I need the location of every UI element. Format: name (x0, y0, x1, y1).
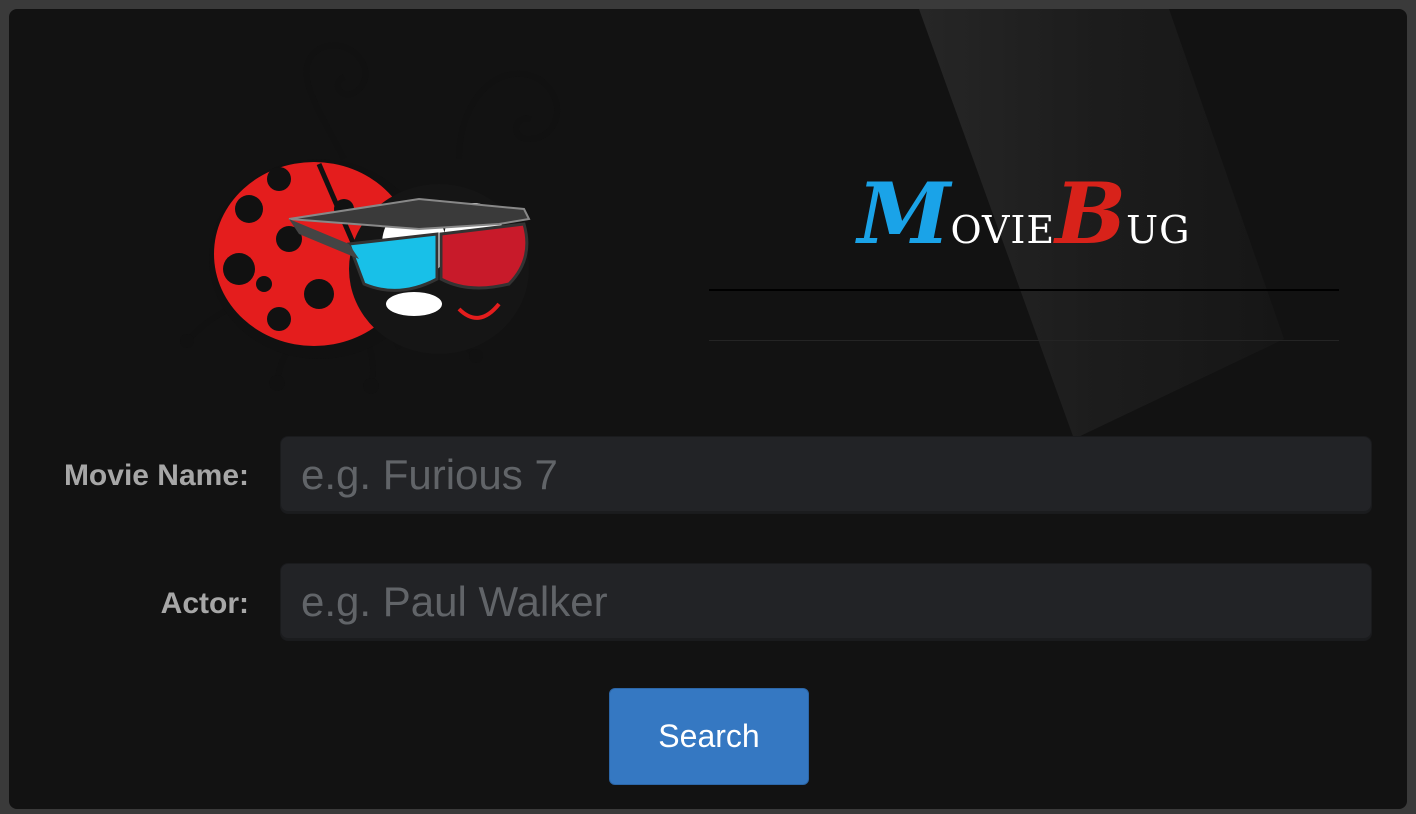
window-frame: MovieBug Movie Name: Actor: Search (0, 0, 1416, 814)
brand-text-ovie: ovie (950, 193, 1056, 256)
ladybug-logo-icon (180, 42, 560, 394)
moviebug-logo: MovieBug (709, 159, 1339, 269)
movie-name-label: Movie Name: (63, 459, 249, 492)
movie-name-input[interactable] (280, 436, 1372, 514)
brand-cap-b: B (1055, 164, 1127, 263)
header-divider-secondary (709, 340, 1339, 341)
brand-cap-m: M (857, 164, 951, 263)
header-divider (709, 289, 1339, 291)
brand-text-ug: ug (1126, 193, 1191, 256)
actor-input[interactable] (280, 563, 1372, 641)
search-panel: MovieBug Movie Name: Actor: Search (9, 9, 1407, 809)
search-button[interactable]: Search (609, 688, 809, 785)
actor-label: Actor: (160, 587, 249, 620)
